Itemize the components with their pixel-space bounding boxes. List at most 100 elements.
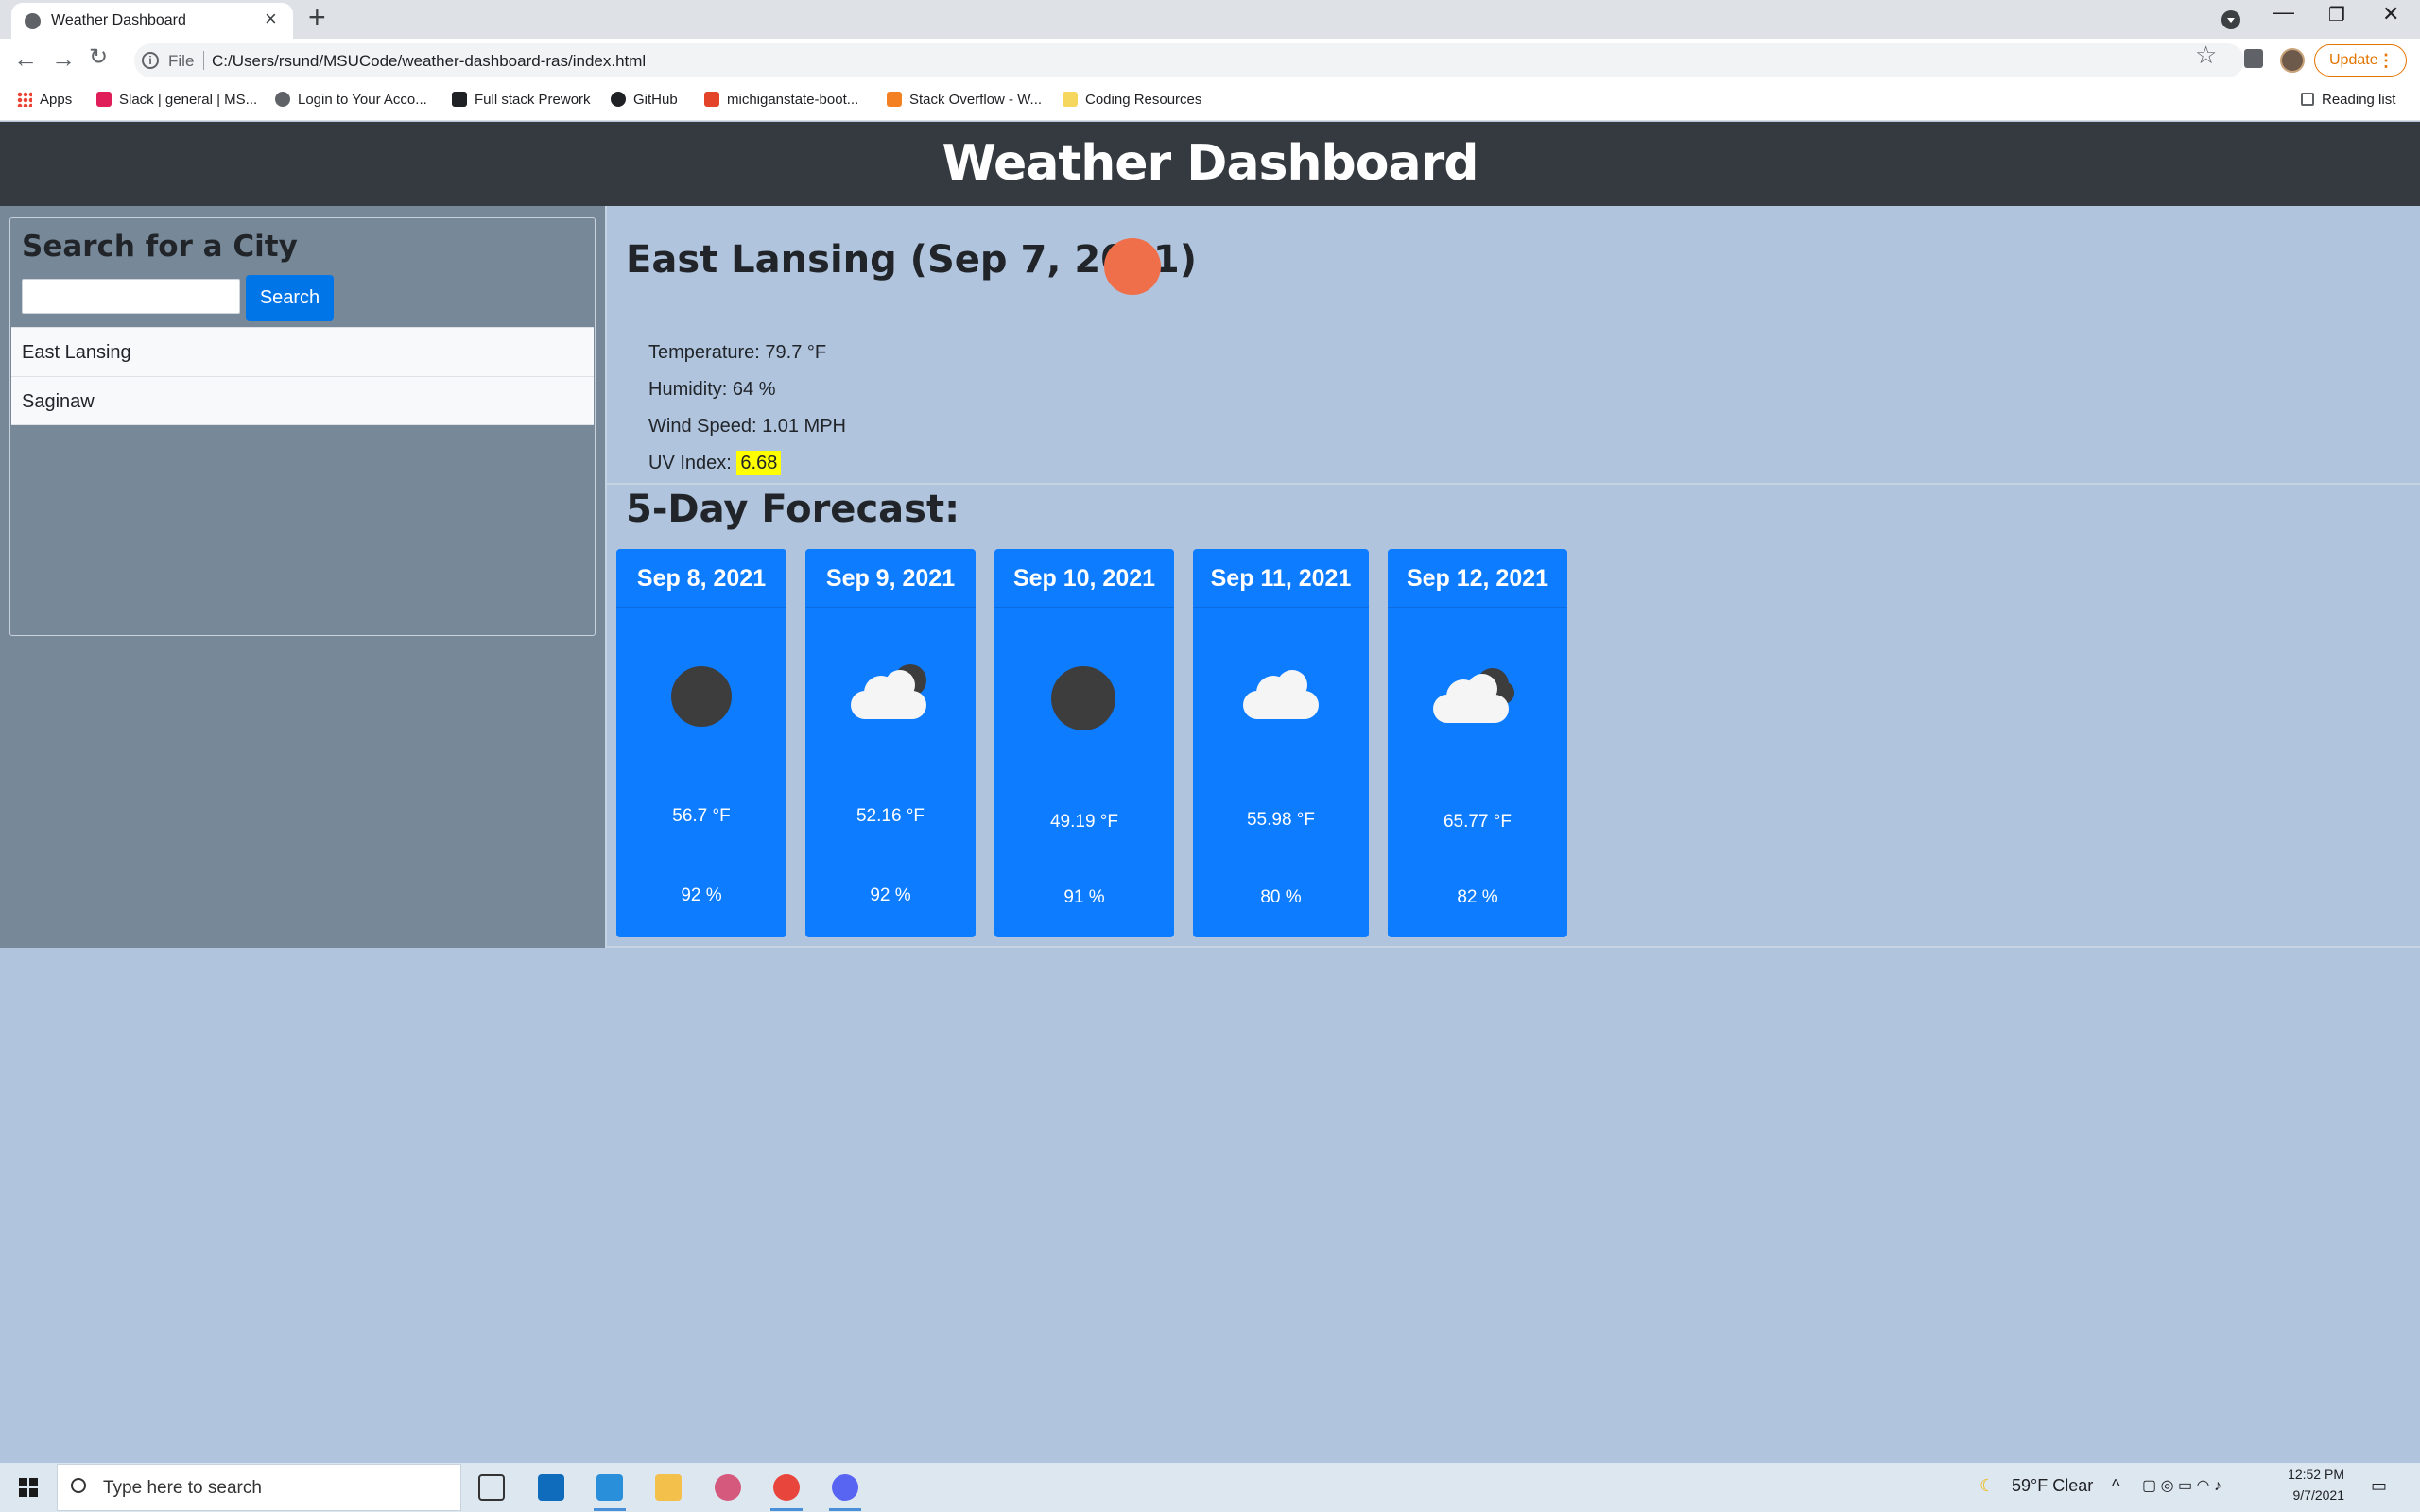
forecast-temp: 49.19 °F bbox=[1049, 812, 1119, 832]
browser-tab[interactable]: Weather Dashboard × bbox=[11, 3, 293, 39]
search-history-list: East Lansing Saginaw bbox=[11, 327, 594, 425]
forecast-card: Sep 12, 2021 65.77 °F 82 % bbox=[1388, 549, 1567, 937]
restore-icon[interactable]: ❐ bbox=[2328, 6, 2345, 25]
clock-date[interactable]: 9/7/2021 bbox=[2278, 1487, 2345, 1503]
taskbar-weather[interactable]: 59°F Clear bbox=[2012, 1476, 2093, 1496]
new-tab-button[interactable]: + bbox=[308, 2, 326, 32]
current-humidity: Humidity: 64 % bbox=[648, 379, 776, 400]
discord-icon[interactable] bbox=[832, 1474, 858, 1501]
reading-list-button[interactable]: Reading list bbox=[2301, 92, 2395, 108]
weather-moon-icon: ☾ bbox=[1979, 1476, 1996, 1495]
task-view-icon[interactable] bbox=[478, 1474, 505, 1501]
forecast-humidity: 92 % bbox=[870, 885, 911, 905]
cloud-icon bbox=[1243, 664, 1319, 721]
forecast-temp: 65.77 °F bbox=[1443, 812, 1512, 832]
page-title: Weather Dashboard bbox=[942, 135, 1479, 192]
back-icon[interactable]: ← bbox=[13, 46, 38, 71]
cloud-moon-icon bbox=[851, 664, 926, 721]
forecast-card: Sep 10, 2021 49.19 °F 91 % bbox=[994, 549, 1174, 937]
extensions-icon[interactable] bbox=[2244, 49, 2263, 68]
bookmark-github[interactable]: GitHub bbox=[611, 92, 678, 108]
update-button[interactable]: Update ⋮ bbox=[2314, 44, 2407, 77]
active-indicator bbox=[770, 1508, 803, 1511]
forecast-humidity: 92 % bbox=[681, 885, 722, 905]
tray-overflow-icon[interactable]: ^ bbox=[2112, 1476, 2119, 1496]
active-indicator bbox=[594, 1508, 626, 1511]
forward-icon[interactable]: → bbox=[51, 46, 76, 71]
clock-time[interactable]: 12:52 PM bbox=[2278, 1467, 2344, 1482]
city-search-input[interactable] bbox=[22, 279, 240, 314]
taskbar-search-box[interactable]: Type here to search bbox=[57, 1464, 461, 1511]
forecast-temp: 56.7 °F bbox=[672, 806, 731, 826]
bookmark-coding-resources[interactable]: Coding Resources bbox=[1063, 92, 1201, 108]
uv-label: UV Index: bbox=[648, 453, 732, 473]
search-icon bbox=[71, 1478, 86, 1493]
search-form: Search for a City Search bbox=[11, 219, 594, 327]
forecast-date: Sep 8, 2021 bbox=[616, 549, 786, 608]
bookmark-stackoverflow[interactable]: Stack Overflow - W... bbox=[887, 92, 1042, 108]
forecast-date: Sep 10, 2021 bbox=[994, 549, 1174, 608]
apps-icon bbox=[17, 92, 32, 107]
tab-title: Weather Dashboard bbox=[51, 12, 186, 28]
reload-icon[interactable]: ↻ bbox=[89, 46, 108, 69]
book-icon bbox=[452, 92, 467, 107]
current-wind-speed: Wind Speed: 1.01 MPH bbox=[648, 416, 846, 437]
slack-icon bbox=[96, 92, 112, 107]
chrome-icon[interactable] bbox=[773, 1474, 800, 1501]
browser-toolbar: ← → ↻ i File C:/Users/rsund/MSUCode/weat… bbox=[0, 39, 2420, 84]
close-tab-icon[interactable]: × bbox=[265, 9, 277, 29]
forecast-date: Sep 11, 2021 bbox=[1193, 549, 1369, 608]
current-weather: East Lansing (Sep 7, 2021) Temperature: … bbox=[607, 206, 2420, 485]
notifications-icon[interactable]: ▭ bbox=[2371, 1476, 2387, 1496]
stackoverflow-icon bbox=[887, 92, 902, 107]
gitlab-icon bbox=[704, 92, 719, 107]
folder-icon bbox=[1063, 92, 1078, 107]
bookmarks-bar: Apps Slack | general | MS... Login to Yo… bbox=[0, 84, 2420, 121]
vscode-icon[interactable] bbox=[596, 1474, 623, 1501]
profile-avatar[interactable] bbox=[2280, 48, 2305, 73]
history-city-east-lansing[interactable]: East Lansing bbox=[11, 327, 594, 376]
forecast-humidity: 82 % bbox=[1457, 887, 1498, 907]
file-explorer-icon[interactable] bbox=[655, 1474, 682, 1501]
forecast-humidity: 80 % bbox=[1260, 887, 1302, 907]
tab-search-icon[interactable] bbox=[2221, 10, 2240, 29]
globe-icon bbox=[275, 92, 290, 107]
forecast-date: Sep 12, 2021 bbox=[1388, 549, 1567, 608]
search-sidebar: Search for a City Search East Lansing Sa… bbox=[0, 206, 605, 948]
bookmark-prework[interactable]: Full stack Prework bbox=[452, 92, 591, 108]
address-bar[interactable]: i File C:/Users/rsund/MSUCode/weather-da… bbox=[134, 43, 2244, 77]
forecast-card: Sep 11, 2021 55.98 °F 80 % bbox=[1193, 549, 1369, 937]
bookmark-slack[interactable]: Slack | general | MS... bbox=[96, 92, 257, 108]
forecast-temp: 55.98 °F bbox=[1246, 810, 1316, 830]
current-uv: UV Index: 6.68 bbox=[648, 451, 782, 475]
bookmark-apps[interactable]: Apps bbox=[17, 92, 72, 108]
search-title: Search for a City bbox=[22, 230, 298, 264]
file-label: File bbox=[168, 52, 195, 70]
github-icon bbox=[611, 92, 626, 107]
history-city-saginaw[interactable]: Saginaw bbox=[11, 376, 594, 425]
forecast-date: Sep 9, 2021 bbox=[805, 549, 976, 608]
menu-dots-icon: ⋮ bbox=[2377, 51, 2394, 70]
moon-icon bbox=[671, 666, 732, 727]
broken-clouds-icon bbox=[1433, 668, 1514, 725]
sun-icon bbox=[1104, 238, 1161, 295]
snip-icon[interactable] bbox=[715, 1474, 741, 1501]
minimize-icon[interactable]: — bbox=[2273, 2, 2294, 23]
uv-index-badge: 6.68 bbox=[736, 451, 782, 475]
bookmark-star-icon[interactable]: ☆ bbox=[2195, 43, 2217, 67]
close-window-icon[interactable]: ✕ bbox=[2382, 4, 2399, 25]
divider bbox=[203, 51, 204, 70]
url-text[interactable]: C:/Users/rsund/MSUCode/weather-dashboard… bbox=[212, 52, 646, 71]
search-button[interactable]: Search bbox=[246, 275, 334, 321]
tray-apps-icon[interactable]: ▢ ◎ ▭ ◠ ♪ bbox=[2142, 1476, 2221, 1495]
bookmark-login[interactable]: Login to Your Acco... bbox=[275, 92, 427, 108]
search-card: Search for a City Search East Lansing Sa… bbox=[9, 217, 596, 636]
info-icon[interactable]: i bbox=[142, 52, 159, 69]
mail-icon[interactable] bbox=[538, 1474, 564, 1501]
windows-start-icon[interactable] bbox=[19, 1478, 38, 1497]
moon-icon bbox=[1051, 666, 1115, 730]
reading-list-icon bbox=[2301, 93, 2314, 106]
bookmark-gitlab[interactable]: michiganstate-boot... bbox=[704, 92, 858, 108]
current-temperature: Temperature: 79.7 °F bbox=[648, 342, 827, 363]
page-header: Weather Dashboard bbox=[0, 122, 2420, 206]
